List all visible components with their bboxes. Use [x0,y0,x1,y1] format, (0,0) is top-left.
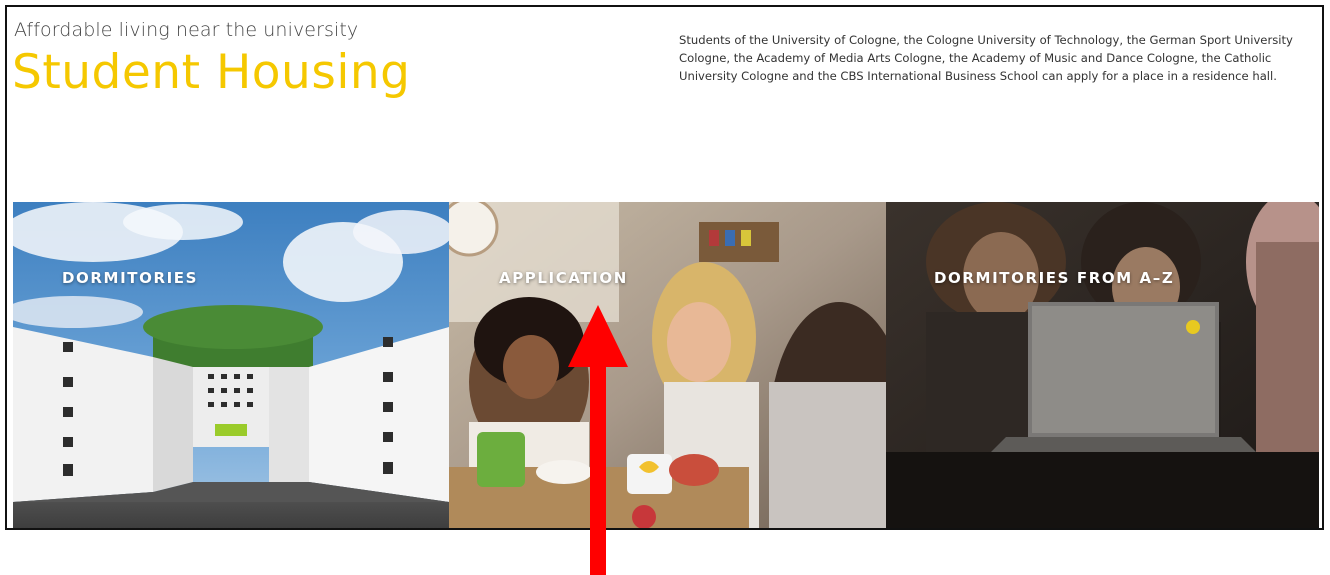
tile-label-dormitories[interactable]: DORMITORIES [62,269,198,287]
page-tagline: Affordable living near the university [14,19,359,41]
tile-dormitories[interactable]: DORMITORIES [13,202,449,528]
tile-dormitories-a-z[interactable]: DORMITORIES FROM A–Z [886,202,1319,528]
students-laughing-kitchen-photo [449,202,886,528]
up-arrow-icon [568,305,628,575]
dormitory-building-photo [13,202,449,528]
category-tiles: DORMITORIES APPLICATION DORMITORIES FROM… [13,202,1319,528]
tile-label-application[interactable]: APPLICATION [499,269,628,287]
page-frame: Affordable living near the university St… [5,5,1324,530]
intro-paragraph: Students of the University of Cologne, t… [679,33,1293,83]
tile-label-dormitories-a-z[interactable]: DORMITORIES FROM A–Z [934,269,1174,287]
page-title: Student Housing [12,45,411,100]
tile-application[interactable]: APPLICATION [449,202,886,528]
students-laptop-photo [886,202,1319,528]
